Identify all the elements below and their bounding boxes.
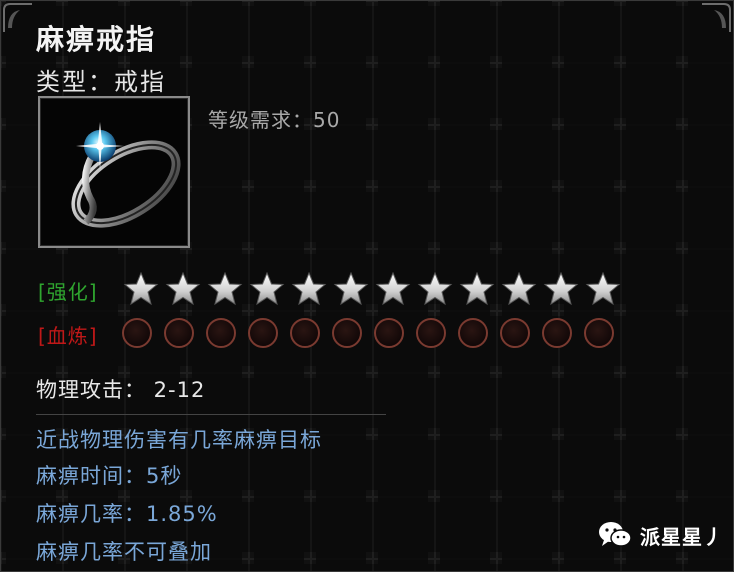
- blood-refine-slot: [500, 318, 530, 348]
- blood-refine-label: [血炼]: [38, 324, 98, 348]
- enhance-label: [强化]: [38, 280, 98, 304]
- divider: [36, 414, 386, 415]
- enhance-star-icon: [330, 270, 372, 308]
- enhance-stars: [120, 270, 624, 308]
- enhance-star-icon: [582, 270, 624, 308]
- enhance-star-icon: [162, 270, 204, 308]
- blood-refine-slot: [122, 318, 152, 348]
- ring-icon: [71, 122, 181, 228]
- item-icon-slot[interactable]: [38, 96, 190, 248]
- blood-refine-slot: [416, 318, 446, 348]
- enhance-star-icon: [372, 270, 414, 308]
- blood-refine-slots: [122, 318, 626, 348]
- physical-attack: 物理攻击： 2-12: [36, 378, 206, 402]
- enhance-star-icon: [288, 270, 330, 308]
- corner-ornament-icon: [702, 3, 731, 32]
- blood-refine-slot: [248, 318, 278, 348]
- enhance-star-icon: [498, 270, 540, 308]
- enhance-star-icon: [540, 270, 582, 308]
- blood-refine-slot: [206, 318, 236, 348]
- blood-refine-slot: [542, 318, 572, 348]
- enhance-star-icon: [120, 270, 162, 308]
- item-type-row: 类型：戒指: [36, 62, 166, 97]
- watermark-text: 派星星丿: [640, 524, 724, 549]
- watermark: 派星星丿: [598, 520, 724, 550]
- corner-ornament-icon: [3, 3, 32, 32]
- blood-refine-slot: [458, 318, 488, 348]
- item-name: 麻痹戒指: [36, 23, 157, 56]
- blood-refine-slot: [584, 318, 614, 348]
- item-type-value: 戒指: [114, 68, 166, 96]
- enhance-star-icon: [246, 270, 288, 308]
- item-type-label: 类型：: [36, 68, 114, 96]
- level-requirement: 等级需求：50: [208, 108, 341, 132]
- blood-refine-slot: [332, 318, 362, 348]
- enhance-star-icon: [456, 270, 498, 308]
- blood-refine-slot: [164, 318, 194, 348]
- blood-refine-slot: [290, 318, 320, 348]
- wechat-icon: [599, 522, 632, 547]
- enhance-star-icon: [204, 270, 246, 308]
- effect-line: 近战物理伤害有几率麻痹目标: [36, 428, 322, 452]
- enhance-star-icon: [414, 270, 456, 308]
- effect-line: 麻痹时间：5秒: [36, 464, 183, 488]
- effect-line: 麻痹几率：1.85%: [36, 502, 218, 526]
- blood-refine-slot: [374, 318, 404, 348]
- effect-line: 麻痹几率不可叠加: [36, 540, 212, 564]
